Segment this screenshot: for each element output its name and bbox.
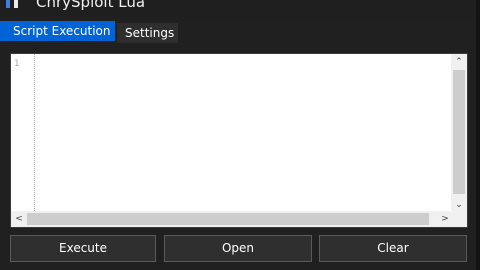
- tab-settings[interactable]: Settings: [117, 23, 178, 43]
- horizontal-scroll-thumb[interactable]: [27, 213, 429, 225]
- clear-button[interactable]: Clear: [319, 235, 467, 262]
- window-title: ChrySploit Lua: [36, 0, 146, 11]
- line-number-gutter: 1: [11, 54, 35, 213]
- tab-script-execution[interactable]: Script Execution: [0, 21, 115, 41]
- scrollbar-corner: [451, 211, 467, 227]
- vertical-scrollbar[interactable]: ⌃ ⌄: [451, 54, 467, 213]
- tab-bar: Script Execution Settings: [0, 21, 480, 43]
- line-number: 1: [14, 59, 20, 69]
- horizontal-scrollbar[interactable]: < >: [11, 211, 453, 227]
- open-button[interactable]: Open: [164, 235, 312, 262]
- execute-button[interactable]: Execute: [10, 235, 156, 262]
- app-logo-icon: [6, 0, 20, 10]
- window-edge: [476, 0, 480, 270]
- title-bar: ChrySploit Lua: [0, 0, 480, 18]
- scroll-left-arrow-icon[interactable]: <: [11, 211, 27, 227]
- vertical-scroll-thumb[interactable]: [453, 70, 465, 194]
- app-window: ChrySploit Lua Script Execution Settings…: [0, 0, 480, 270]
- script-editor[interactable]: 1 ⌃ ⌄ < >: [10, 53, 468, 228]
- scroll-up-arrow-icon[interactable]: ⌃: [451, 54, 467, 70]
